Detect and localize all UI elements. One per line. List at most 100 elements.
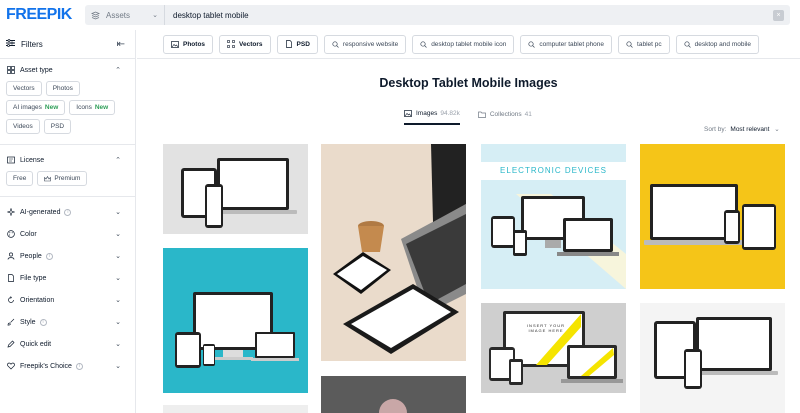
sort-label: Sort by: [704, 126, 727, 133]
assets-dropdown[interactable]: Assets ⌄ [85, 5, 165, 25]
tag-label: desktop tablet mobile icon [431, 40, 507, 48]
result-image[interactable] [163, 144, 308, 234]
file-icon [6, 274, 15, 282]
filter-title: Orientation [20, 296, 55, 304]
result-image[interactable] [640, 144, 785, 289]
collapse-sidebar-icon[interactable]: ⇤ [117, 39, 125, 50]
filter-color[interactable]: Color ⌄ [6, 223, 129, 245]
freepik-logo[interactable]: FREEPIK [6, 6, 72, 24]
tag-vectors[interactable]: Vectors [219, 34, 271, 54]
asset-type-header[interactable]: Asset type ⌃ [6, 59, 129, 81]
chip-psd[interactable]: PSD [43, 119, 72, 134]
chip-label: Icons [76, 104, 92, 111]
tag-responsive-website[interactable]: responsive website [323, 34, 407, 54]
result-image[interactable] [321, 144, 466, 361]
filter-file-type[interactable]: File type ⌄ [6, 267, 129, 289]
search-icon [332, 40, 339, 48]
result-image[interactable] [163, 248, 308, 393]
tag-psd[interactable]: PSD [276, 34, 318, 54]
info-icon[interactable]: i [75, 362, 83, 370]
folder-icon [478, 111, 486, 118]
crown-icon [44, 175, 52, 182]
chip-free[interactable]: Free [6, 171, 34, 186]
filter-ai-generated[interactable]: AI-generated i ⌄ [6, 201, 129, 223]
chip-label: Free [13, 175, 27, 182]
chip-vectors[interactable]: Vectors [6, 81, 42, 96]
tab-label: Images [416, 110, 438, 117]
chip-label: PSD [50, 123, 65, 130]
chip-photos[interactable]: Photos [45, 81, 80, 96]
search-input[interactable]: desktop tablet mobile [165, 11, 773, 20]
result-tabs: Images 94.82k Collections 41 [404, 110, 532, 125]
result-image[interactable]: ELECTRONIC DEVICES [481, 144, 626, 289]
filters-sidebar: Filters ⇤ Asset type ⌃ Vectors Photos AI… [0, 30, 136, 413]
filter-orientation[interactable]: Orientation ⌄ [6, 289, 129, 311]
tag-computer-tablet-phone[interactable]: computer tablet phone [520, 34, 613, 54]
psd-icon [285, 40, 293, 48]
assets-icon [90, 11, 101, 20]
result-image[interactable] [163, 405, 308, 413]
sort-by[interactable]: Sort by: Most relevant ⌄ [704, 125, 780, 133]
asset-type-title: Asset type [20, 66, 53, 74]
asset-type-icon [6, 66, 15, 74]
tab-images[interactable]: Images 94.82k [404, 110, 460, 125]
asset-type-chips: Vectors Photos AI images New Icons New Vid… [6, 81, 129, 140]
filter-title: Style [20, 318, 36, 326]
search-icon [626, 40, 633, 48]
filter-freepiks-choice[interactable]: Freepik's Choice i ⌄ [6, 355, 129, 377]
chip-label: Videos [13, 123, 33, 130]
filters-header: Filters ⇤ [0, 30, 135, 59]
assets-dropdown-label: Assets [106, 10, 131, 20]
tab-count: 94.82k [440, 110, 460, 117]
tab-count: 41 [524, 111, 532, 118]
result-image[interactable]: INSERT YOUR IMAGE HERE [481, 303, 626, 393]
asset-type-section: Asset type ⌃ Vectors Photos AI images New… [0, 59, 135, 140]
filter-people[interactable]: People i ⌄ [6, 245, 129, 267]
filter-style[interactable]: Style i ⌄ [6, 311, 129, 333]
chevron-down-icon: ⌄ [115, 231, 121, 238]
page-title: Desktop Tablet Mobile Images [379, 76, 558, 90]
image-icon [404, 110, 412, 117]
related-tags-row: Photos Vectors PSD responsive website de… [137, 30, 800, 59]
tag-photos[interactable]: Photos [163, 34, 214, 54]
info-icon[interactable]: i [39, 318, 47, 326]
chip-videos[interactable]: Videos [6, 119, 40, 134]
license-header[interactable]: License ⌃ [6, 149, 129, 171]
tag-label: computer tablet phone [539, 40, 605, 48]
chevron-down-icon: ⌄ [115, 209, 121, 216]
chip-label: AI images [13, 104, 42, 111]
chip-premium[interactable]: Premium [37, 171, 88, 186]
chevron-up-icon: ⌃ [115, 67, 121, 74]
tag-label: Photos [183, 40, 206, 48]
search-icon [528, 40, 536, 48]
result-image[interactable] [321, 376, 466, 413]
filter-title: Quick edit [20, 340, 52, 348]
tag-label: desktop and mobile [694, 40, 751, 48]
brush-icon [6, 318, 15, 326]
chip-label: Photos [52, 85, 73, 92]
search-icon [420, 40, 427, 48]
chevron-down-icon: ⌄ [115, 297, 121, 304]
filter-title: File type [20, 274, 47, 282]
result-image[interactable] [640, 303, 785, 413]
chevron-down-icon: ⌄ [774, 126, 780, 133]
tag-desktop-and-mobile[interactable]: desktop and mobile [675, 34, 759, 54]
license-title: License [20, 156, 45, 164]
tag-desktop-tablet-mobile-icon[interactable]: desktop tablet mobile icon [412, 34, 515, 54]
new-badge: New [94, 104, 109, 111]
clear-search-icon[interactable]: × [773, 9, 784, 21]
vector-icon [227, 40, 235, 48]
chevron-down-icon: ⌄ [115, 275, 121, 282]
search-bar: Assets ⌄ desktop tablet mobile × [85, 5, 790, 25]
filters-icon [6, 39, 15, 49]
chip-ai-images[interactable]: AI images New [6, 100, 66, 115]
people-icon [6, 252, 15, 260]
new-badge: New [44, 104, 59, 111]
info-icon[interactable]: i [45, 252, 53, 260]
filter-quick-edit[interactable]: Quick edit ⌄ [6, 333, 129, 355]
tab-collections[interactable]: Collections 41 [478, 110, 532, 125]
info-icon[interactable]: i [64, 208, 72, 216]
thumbnail-caption: ELECTRONIC DEVICES [500, 166, 607, 175]
chip-icons[interactable]: Icons New [69, 100, 116, 115]
tag-tablet-pc[interactable]: tablet pc [618, 34, 670, 54]
